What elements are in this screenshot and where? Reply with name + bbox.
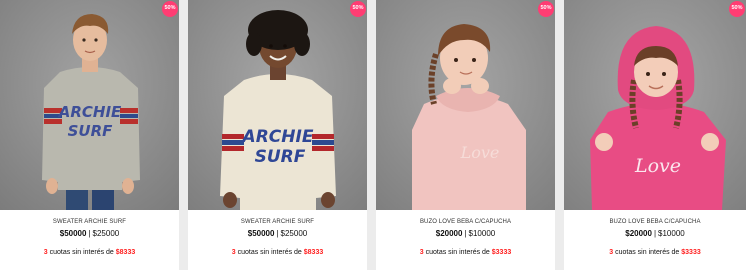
product-name[interactable]: BUZO LOVE BEBA C/CAPUCHA — [376, 219, 555, 225]
installments-text: cuotas sin interés de — [615, 249, 680, 256]
product-name[interactable]: SWEATER ARCHIE SURF — [188, 219, 367, 225]
sale-price: $10000 — [658, 229, 685, 238]
installment-amount: $8333 — [115, 249, 136, 256]
sweater-print-line1: ARCHIE — [241, 127, 314, 147]
product-image[interactable]: ARCHIE SURF — [188, 0, 367, 210]
product-price: $20000 | $10000 — [376, 229, 555, 238]
product-price: $50000 | $25000 — [0, 229, 179, 238]
installments-info: 3 cuotas sin interés de $8333 — [188, 249, 367, 256]
original-price: $50000 — [59, 229, 87, 238]
installments-info: 3 cuotas sin interés de $3333 — [376, 249, 555, 256]
product-image[interactable]: Love — [564, 0, 746, 210]
installments-text: cuotas sin interés de — [237, 249, 302, 256]
product-price: $50000 | $25000 — [188, 229, 367, 238]
hoodie-print: Love — [634, 155, 681, 177]
sweater-print-line1: ARCHIE — [58, 103, 122, 121]
discount-badge: 50% — [350, 1, 366, 17]
product-price: $20000 | $10000 — [564, 229, 746, 238]
product-info: BUZO LOVE BEBA C/CAPUCHA $20000 | $10000 3… — [564, 210, 746, 270]
installment-amount: $8333 — [303, 249, 324, 256]
sweater-print-line2: SURF — [68, 122, 114, 140]
installments-info: 3 cuotas sin interés de $8333 — [0, 249, 179, 256]
product-info: SWEATER ARCHIE SURF $50000 | $25000 3 cuot… — [188, 210, 367, 270]
installment-amount: $3333 — [491, 249, 512, 256]
product-card[interactable]: Love 50% BUZO LOVE BEBA C/CAPUCHA $20000… — [564, 0, 746, 270]
installments-count: 3 — [609, 249, 614, 256]
discount-badge: 50% — [729, 1, 745, 17]
installments-text: cuotas sin interés de — [49, 249, 114, 256]
product-grid: ARCHIE SURF 50% SWEATER ARCHIE SURF $500… — [0, 0, 746, 270]
discount-badge: 50% — [162, 1, 178, 17]
sale-price: $25000 — [280, 229, 308, 238]
original-price: $20000 — [435, 229, 463, 238]
product-name[interactable]: BUZO LOVE BEBA C/CAPUCHA — [564, 219, 746, 225]
original-price: $20000 — [625, 229, 652, 238]
hoodie-print: Love — [460, 143, 500, 162]
installment-amount: $3333 — [681, 249, 701, 256]
installments-text: cuotas sin interés de — [425, 249, 490, 256]
product-card[interactable]: ARCHIE SURF 50% SWEATER ARCHIE SURF $500… — [0, 0, 179, 270]
product-info: BUZO LOVE BEBA C/CAPUCHA $20000 | $10000 3… — [376, 210, 555, 270]
product-card[interactable]: ARCHIE SURF 50% SWEATER ARCHIE SURF $500… — [188, 0, 367, 270]
product-image[interactable]: ARCHIE SURF — [0, 0, 179, 210]
sale-price: $10000 — [468, 229, 496, 238]
sale-price: $25000 — [92, 229, 120, 238]
product-image[interactable]: Love — [376, 0, 555, 210]
installments-info: 3 cuotas sin interés de $3333 — [564, 249, 746, 256]
product-info: SWEATER ARCHIE SURF $50000 | $25000 3 cuot… — [0, 210, 179, 270]
installments-count: 3 — [419, 249, 424, 256]
installments-count: 3 — [231, 249, 236, 256]
product-name[interactable]: SWEATER ARCHIE SURF — [0, 219, 179, 225]
installments-count: 3 — [43, 249, 48, 256]
product-card[interactable]: Love 50% BUZO LOVE BEBA C/CAPUCHA $20000… — [376, 0, 555, 270]
discount-badge: 50% — [538, 1, 554, 17]
sweater-print-line2: SURF — [255, 147, 306, 167]
original-price: $50000 — [247, 229, 275, 238]
